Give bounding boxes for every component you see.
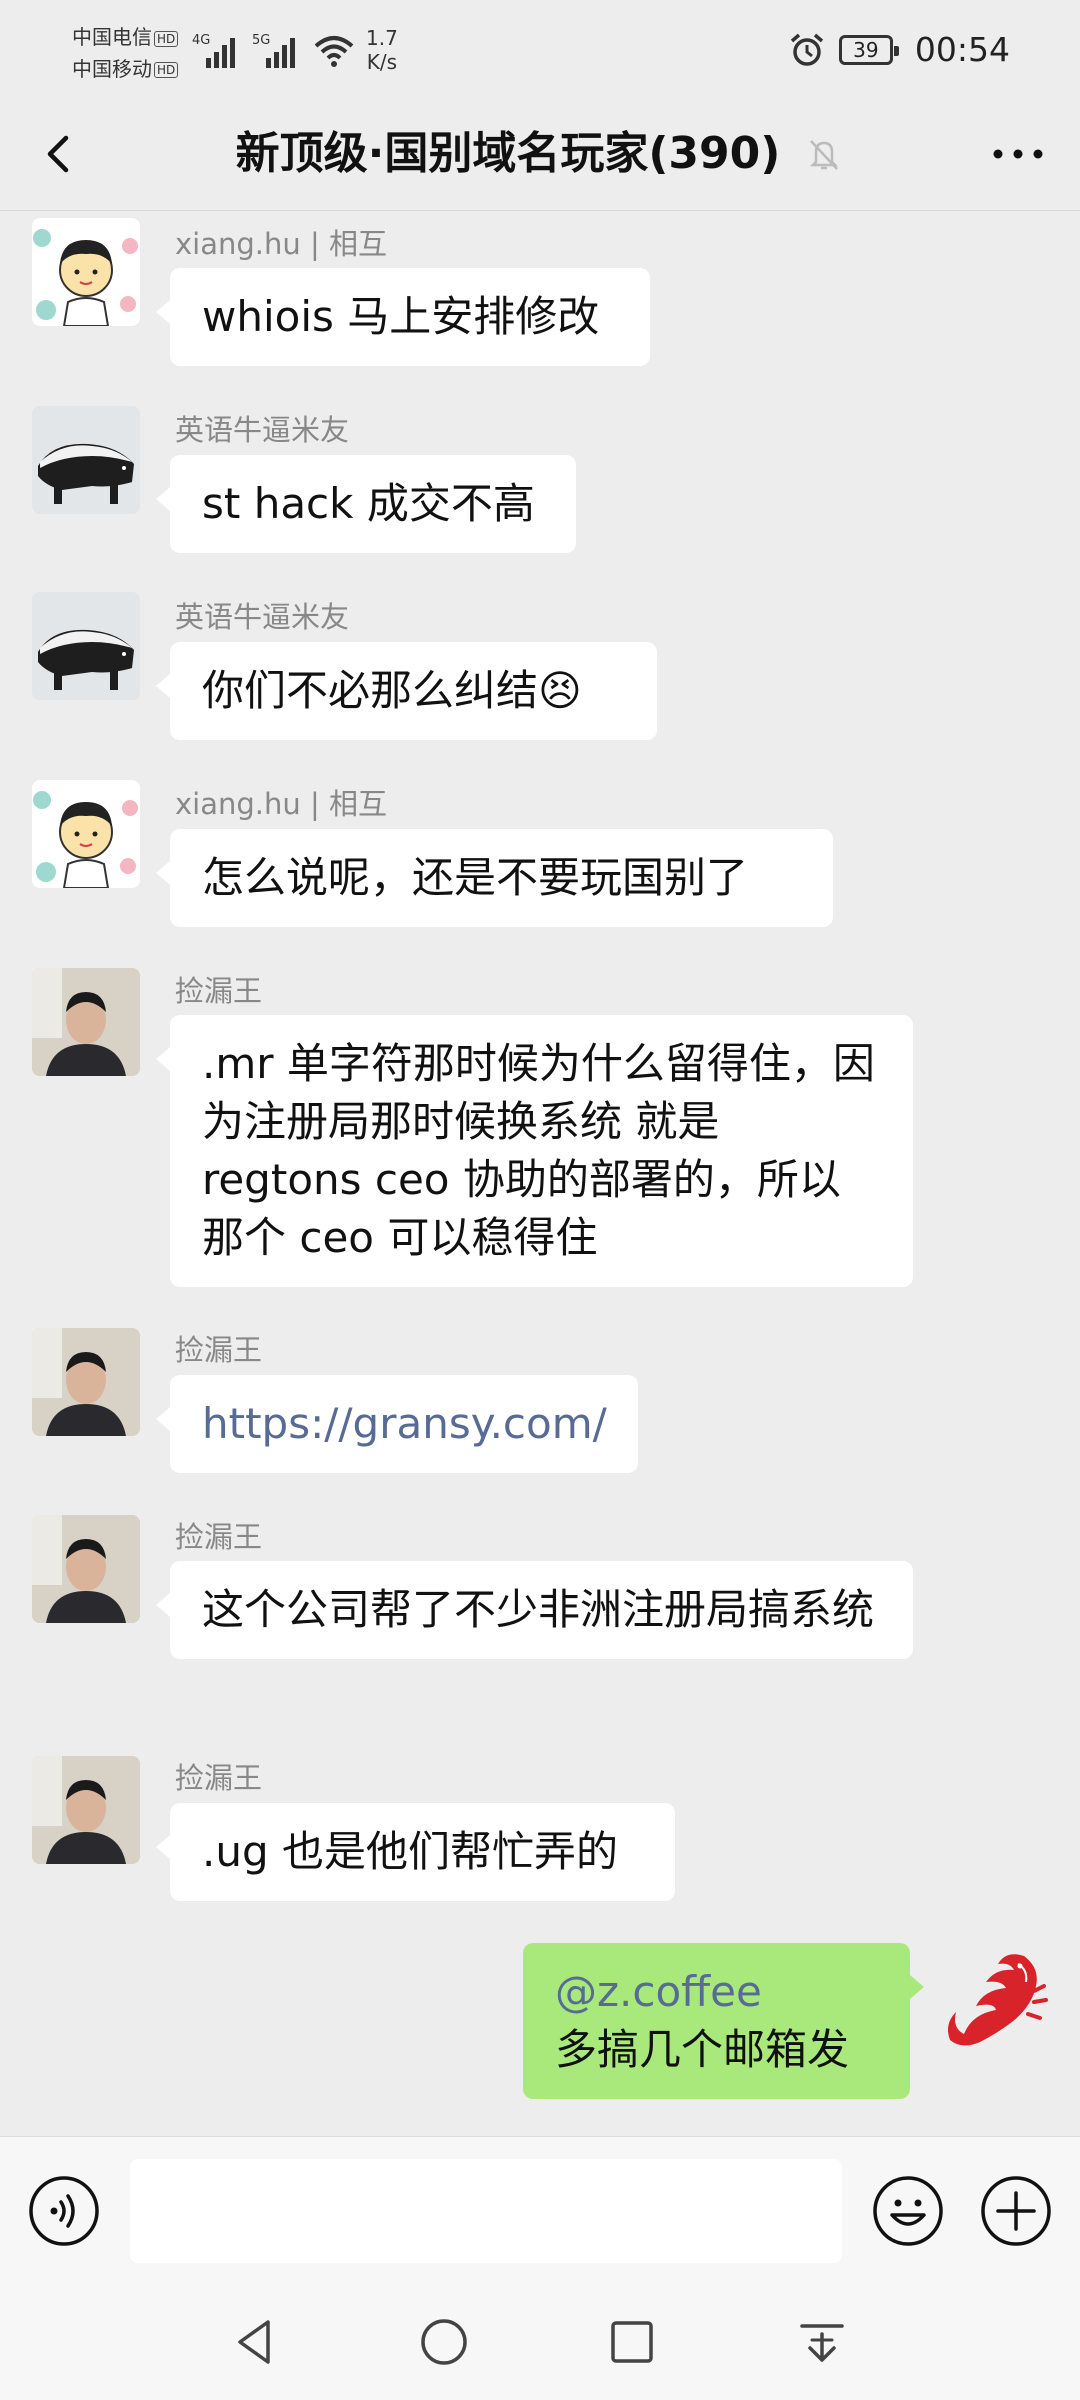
speed-value: 1.7 (366, 26, 398, 50)
group-name: 新顶级·国别域名玩家(390) (235, 128, 781, 179)
avatar-man-photo[interactable] (32, 968, 140, 1076)
signal-5g-icon: 5G (252, 33, 295, 68)
nav-back-icon[interactable] (224, 2310, 288, 2374)
message-bubble[interactable]: 你们不必那么纠结😣 (156, 642, 657, 740)
sender-name: 英语牛逼米友 (175, 600, 350, 634)
chat-header: 新顶级·国别域名玩家(390) (0, 98, 1080, 211)
chat-title: 新顶级·国别域名玩家(390) (0, 124, 1080, 184)
avatar-man-photo[interactable] (32, 1756, 140, 1864)
nav-home-icon[interactable] (412, 2310, 476, 2374)
message-bubble[interactable]: 这个公司帮了不少非洲注册局搞系统 (156, 1561, 913, 1659)
sender-name: 捡漏王 (175, 1333, 263, 1367)
net-2-label: 5G (252, 33, 270, 48)
emoji-icon[interactable] (872, 2175, 944, 2247)
plus-icon[interactable] (980, 2175, 1052, 2247)
more-dots-icon[interactable] (986, 124, 1050, 184)
message-bubble[interactable]: 怎么说呢，还是不要玩国别了 (156, 829, 833, 927)
avatar-honey-badger[interactable] (32, 406, 140, 514)
mention-text[interactable]: @z.coffee (555, 1963, 878, 2021)
sender-name: 捡漏王 (175, 1520, 263, 1554)
avatar-man-photo[interactable] (32, 1515, 140, 1623)
mute-bell-icon (810, 140, 839, 170)
my-message-text: 多搞几个邮箱发 (555, 2025, 850, 2074)
nav-notification-icon[interactable] (790, 2310, 854, 2374)
message-input[interactable] (130, 2159, 842, 2263)
net-1-label: 4G (192, 33, 210, 48)
battery-indicator: 39 (838, 34, 899, 65)
hd-badge: HD (154, 62, 179, 78)
message-bubble[interactable]: .mr 单字符那时候为什么留得住，因为注册局那时候换系统 就是 regtons … (156, 1015, 913, 1287)
message-bubble[interactable]: st hack 成交不高 (156, 455, 576, 553)
speed-unit: K/s (366, 50, 398, 74)
avatar-cartoon-boy[interactable] (32, 780, 140, 888)
clock: 00:54 (914, 30, 1010, 69)
input-bar (0, 2136, 1080, 2283)
avatar-honey-badger[interactable] (32, 592, 140, 700)
carrier-2: 中国移动 (72, 56, 152, 81)
sender-name: 英语牛逼米友 (175, 413, 350, 447)
avatar-cartoon-boy[interactable] (32, 218, 140, 326)
wifi-icon (314, 36, 354, 67)
sender-name: xiang.hu | 相互 (175, 227, 387, 261)
alarm-icon (790, 33, 824, 66)
hd-badge: HD (154, 30, 179, 47)
my-message-bubble[interactable]: @z.coffee 多搞几个邮箱发 (523, 1943, 924, 2099)
sender-name: xiang.hu | 相互 (175, 787, 387, 821)
status-bar: 中国电信 HD 中国移动 HD 4G 5G 1.7 K/s 39 00:54 (0, 0, 1080, 98)
sender-name: 捡漏王 (175, 974, 263, 1008)
signal-4g-icon: 4G (192, 33, 235, 68)
carrier-info: 中国电信 HD 中国移动 HD (72, 22, 179, 85)
message-link-bubble[interactable]: https://gransy.com/ (156, 1375, 638, 1473)
carrier-1: 中国电信 (72, 25, 152, 49)
nav-recents-icon[interactable] (600, 2310, 664, 2374)
voice-icon[interactable] (28, 2175, 100, 2247)
network-speed: 1.7 K/s (366, 26, 398, 74)
message-bubble[interactable]: .ug 也是他们帮忙弄的 (156, 1803, 675, 1901)
sender-name: 捡漏王 (175, 1761, 263, 1795)
avatar-red-dragon[interactable] (936, 1942, 1048, 2054)
avatar-man-photo[interactable] (32, 1328, 140, 1436)
system-nav-bar (0, 2282, 1080, 2400)
message-bubble[interactable]: whiois 马上安排修改 (156, 268, 650, 366)
